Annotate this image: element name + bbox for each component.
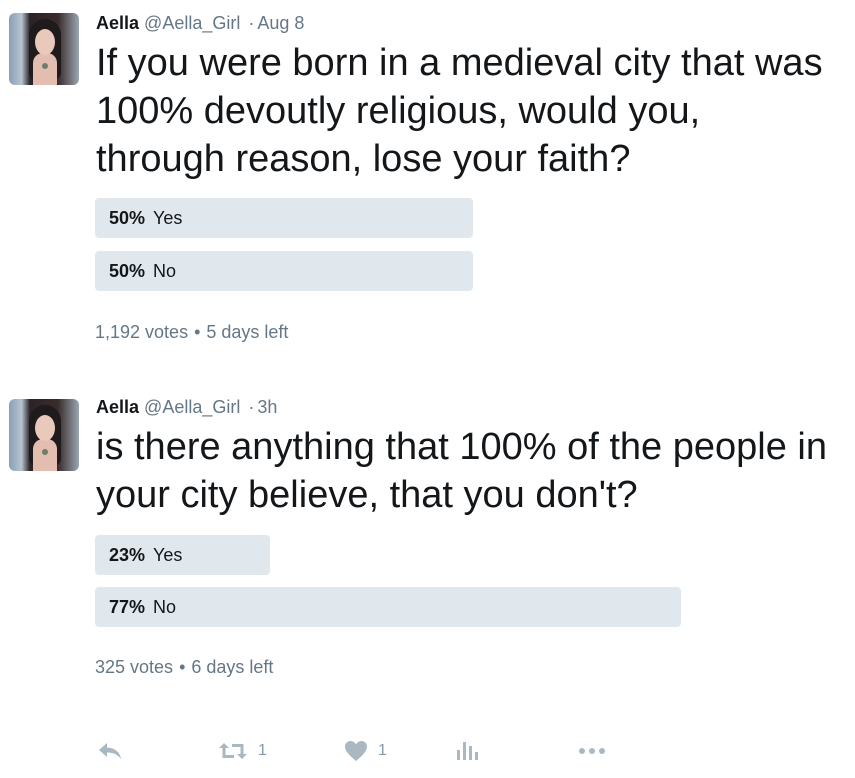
retweet-icon bbox=[218, 741, 248, 761]
timestamp[interactable]: 3h bbox=[257, 397, 277, 417]
retweet-count: 1 bbox=[258, 742, 267, 759]
analytics-button[interactable] bbox=[456, 733, 478, 769]
heart-icon bbox=[344, 740, 368, 762]
avatar[interactable] bbox=[9, 399, 79, 471]
poll-option-label: Yes bbox=[153, 208, 183, 228]
tweet-text: If you were born in a medieval city that… bbox=[96, 42, 823, 180]
poll-option: 50% No bbox=[95, 251, 473, 291]
poll-option-label: Yes bbox=[153, 545, 183, 565]
poll-option-label: No bbox=[153, 597, 177, 617]
tweet-2[interactable]: Aella @Aella_Girl · 3h is there anything … bbox=[0, 385, 855, 685]
author-handle[interactable]: @Aella_Girl bbox=[144, 397, 240, 417]
poll-option: 23% Yes bbox=[95, 535, 681, 575]
poll-meta: 1,192 votes • 5 days left bbox=[95, 322, 288, 343]
more-icon bbox=[578, 746, 606, 756]
like-count: 1 bbox=[378, 742, 387, 759]
reply-icon bbox=[97, 741, 123, 761]
time-left: 6 days left bbox=[191, 657, 274, 677]
vote-count: 325 votes bbox=[95, 657, 174, 677]
poll-option: 77% No bbox=[95, 587, 681, 627]
poll-percent: 50% bbox=[109, 261, 146, 281]
timestamp[interactable]: Aug 8 bbox=[257, 13, 304, 33]
poll-bar bbox=[95, 587, 681, 627]
author-name[interactable]: Aella bbox=[96, 13, 139, 33]
like-button[interactable]: 1 bbox=[344, 733, 387, 769]
separator: · bbox=[248, 13, 255, 33]
bullet: • bbox=[194, 322, 201, 342]
poll-option: 50% Yes bbox=[95, 198, 473, 238]
poll-option-label: No bbox=[153, 261, 177, 281]
poll-percent: 23% bbox=[109, 545, 146, 565]
tweet-text: is there anything that 100% of the peopl… bbox=[96, 426, 827, 516]
analytics-icon bbox=[456, 741, 478, 761]
reply-button[interactable] bbox=[97, 733, 123, 769]
tweet-1[interactable]: Aella @Aella_Girl · Aug 8 If you were bor… bbox=[0, 0, 855, 370]
retweet-button[interactable]: 1 bbox=[218, 733, 267, 769]
avatar[interactable] bbox=[9, 13, 79, 85]
bullet: • bbox=[179, 657, 186, 677]
poll-percent: 50% bbox=[109, 208, 146, 228]
time-left: 5 days left bbox=[206, 322, 289, 342]
poll-percent: 77% bbox=[109, 597, 146, 617]
more-button[interactable] bbox=[578, 733, 606, 769]
tweet-header: Aella @Aella_Girl · 3h bbox=[96, 396, 277, 418]
tweet-header: Aella @Aella_Girl · Aug 8 bbox=[96, 12, 304, 34]
author-name[interactable]: Aella bbox=[96, 397, 139, 417]
author-handle[interactable]: @Aella_Girl bbox=[144, 13, 240, 33]
tweet-actions: 1 1 bbox=[0, 733, 855, 769]
vote-count: 1,192 votes bbox=[95, 322, 189, 342]
separator: · bbox=[248, 397, 255, 417]
poll-meta: 325 votes • 6 days left bbox=[95, 657, 273, 678]
